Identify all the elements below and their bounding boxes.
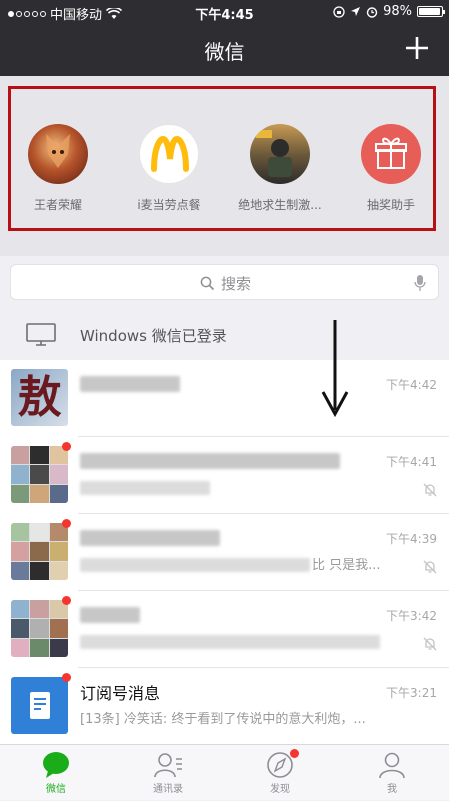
mute-bell-icon	[423, 483, 437, 497]
tab-discover[interactable]: 发现	[224, 745, 336, 801]
discover-badge	[290, 749, 299, 758]
person-icon	[379, 752, 405, 779]
blurred-name	[80, 376, 180, 392]
blurred-name	[80, 607, 140, 623]
unread-dot	[62, 442, 71, 451]
mini-program-lottery[interactable]: 抽奖助手	[336, 124, 446, 213]
tab-label: 我	[387, 784, 397, 795]
mini-program-label: 王者荣耀	[33, 198, 82, 212]
unread-dot	[62, 519, 71, 528]
chat-row[interactable]: 下午3:42	[0, 591, 449, 668]
tab-label: 发现	[270, 784, 290, 795]
status-right: 98%	[333, 4, 445, 19]
mini-program-mcdonalds[interactable]: i麦当劳点餐	[114, 124, 224, 213]
battery-icon	[417, 6, 445, 17]
blurred-name	[80, 530, 220, 546]
mini-program-panel: 王者荣耀 i麦当劳点餐 绝地求生制激... 抽奖助手	[0, 76, 449, 256]
chat-time: 下午4:39	[386, 532, 437, 546]
mini-program-label: 抽奖助手	[366, 198, 415, 212]
subscription-avatar	[11, 677, 68, 734]
chat-time: 下午4:41	[386, 455, 437, 469]
tab-chats[interactable]: 微信	[0, 745, 112, 801]
mini-program-label: i麦当劳点餐	[137, 198, 201, 212]
pubg-avatar-icon	[250, 124, 310, 184]
chat-time: 下午3:42	[386, 609, 437, 623]
blurred-message	[80, 558, 310, 572]
unread-dot	[62, 673, 71, 682]
chat-message: [13条] 冷笑话: 终于看到了传说中的意大利炮，...	[80, 712, 366, 727]
document-icon	[30, 692, 50, 719]
chat-row[interactable]: 下午4:41	[0, 437, 449, 514]
blurred-name	[80, 453, 340, 469]
group-avatar	[11, 523, 68, 580]
unread-dot	[62, 596, 71, 605]
chat-message: 比 只是我...	[312, 558, 381, 573]
chat-time: 下午4:42	[386, 378, 437, 392]
plus-icon[interactable]	[403, 34, 431, 62]
avatar-character: 敖	[17, 372, 62, 423]
mini-program-pubg[interactable]: 绝地求生制激...	[225, 124, 335, 213]
chat-bubble-icon	[43, 752, 69, 778]
page-title: 微信	[204, 40, 245, 64]
search-placeholder-text: 搜索	[220, 275, 251, 293]
windows-login-bar[interactable]: Windows 微信已登录	[0, 310, 449, 360]
mini-program-label: 绝地求生制激...	[238, 198, 322, 212]
battery-percent: 98%	[383, 4, 412, 19]
search-placeholder: 搜索	[11, 273, 440, 294]
mini-program-highlight: 王者荣耀 i麦当劳点餐 绝地求生制激... 抽奖助手	[8, 86, 436, 231]
tab-bar: 微信 通讯录 发现 我	[0, 744, 449, 800]
mute-bell-icon	[423, 560, 437, 574]
chat-name: 订阅号消息	[80, 684, 161, 703]
group-avatar	[11, 600, 68, 657]
game-hero-avatar-icon	[28, 124, 88, 184]
blurred-message	[80, 635, 380, 649]
alarm-icon	[366, 6, 378, 18]
chat-row[interactable]: 比 只是我... 下午4:39	[0, 514, 449, 591]
search-icon	[200, 276, 215, 291]
tab-label: 通讯录	[153, 784, 183, 795]
microphone-icon[interactable]	[414, 274, 426, 292]
mini-program-wangzhe[interactable]: 王者荣耀	[3, 124, 113, 213]
status-bar: 中国移动 下午4:45 98%	[0, 0, 449, 24]
nav-bar: 微信	[0, 24, 449, 76]
group-avatar	[11, 446, 68, 503]
search-bar[interactable]: 搜索	[10, 264, 439, 300]
chat-row-subscriptions[interactable]: 订阅号消息 [13条] 冷笑话: 终于看到了传说中的意大利炮，... 下午3:2…	[0, 668, 449, 745]
rotation-lock-icon	[333, 5, 345, 18]
tab-me[interactable]: 我	[336, 745, 448, 801]
chat-list: 敖 下午4:42 下午4:41 比 只是我... 下午4:39 下午3:42 订…	[0, 360, 449, 744]
chat-avatar: 敖	[11, 369, 68, 426]
down-arrow-annotation	[321, 320, 349, 418]
blurred-message	[80, 481, 210, 495]
monitor-icon	[26, 323, 56, 346]
windows-login-label: Windows 微信已登录	[80, 327, 227, 345]
mute-bell-icon	[423, 637, 437, 651]
tab-contacts[interactable]: 通讯录	[112, 745, 224, 801]
mcdonalds-logo-icon	[139, 124, 199, 184]
location-icon	[351, 7, 361, 16]
tab-label: 微信	[46, 784, 66, 795]
chat-row[interactable]: 敖 下午4:42	[0, 360, 449, 437]
chat-time: 下午3:21	[386, 686, 437, 700]
gift-icon	[361, 124, 421, 184]
contacts-icon	[154, 753, 182, 778]
